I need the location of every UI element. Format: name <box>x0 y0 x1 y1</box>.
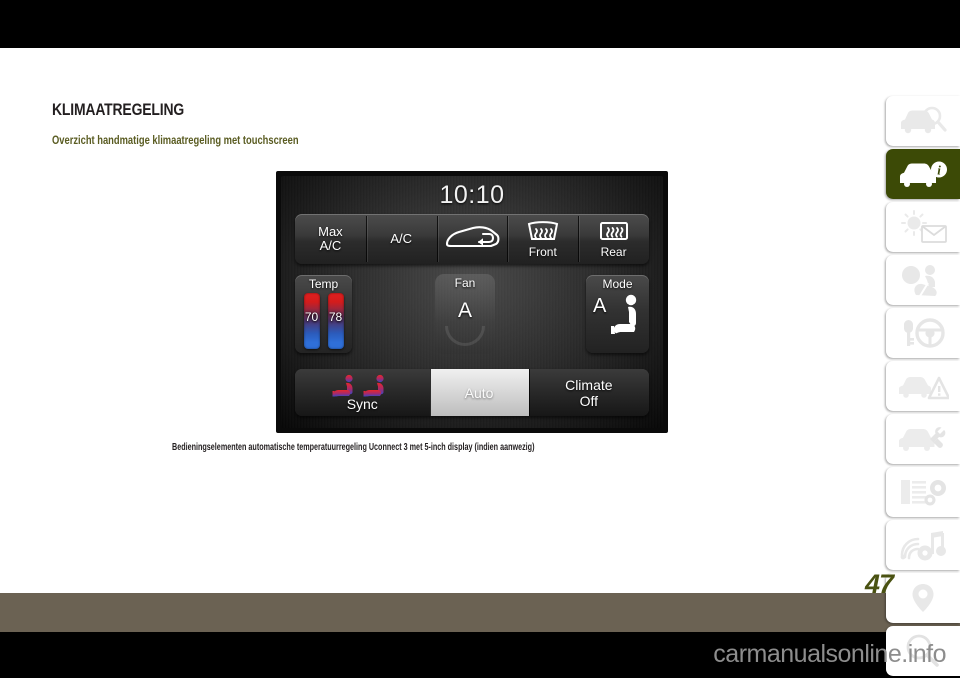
section-subtitle: Overzicht handmatige klimaatregeling met… <box>52 133 299 147</box>
passenger-temp-value: 78 <box>328 309 343 324</box>
wifi-music-icon <box>898 529 948 561</box>
sun-envelope-icon <box>897 210 949 244</box>
tab-vehicle-overview[interactable] <box>886 96 960 146</box>
passenger-temp-slider[interactable]: 78 <box>327 293 344 349</box>
rear-defrost-icon <box>597 220 631 245</box>
chapter-tabs-sidebar: i <box>886 96 960 678</box>
max-ac-button[interactable]: Max A/C <box>295 214 366 264</box>
max-ac-label-line2: A/C <box>319 238 342 253</box>
list-gears-icon <box>897 476 949 508</box>
sync-label: Sync <box>346 395 378 412</box>
climate-touchscreen-figure: 10:10 Max A/C A/C Front Rear Temp 70 78 … <box>276 171 668 433</box>
fan-control[interactable]: Fan A <box>435 274 495 354</box>
tab-safety-belts[interactable] <box>886 255 960 305</box>
fan-label: Fan <box>454 276 476 290</box>
max-ac-label-line1: Max <box>318 224 343 239</box>
tab-comfort-mail[interactable] <box>886 202 960 252</box>
manual-page: KLIMAATREGELING Overzicht handmatige kli… <box>0 0 960 678</box>
front-defrost-label: Front <box>528 244 557 259</box>
tab-navigation[interactable] <box>886 573 960 623</box>
map-pin-icon <box>906 581 940 615</box>
car-magnifier-icon <box>897 105 949 137</box>
recirculation-button[interactable] <box>436 214 508 264</box>
figure-caption: Bedieningselementen automatische tempera… <box>172 442 535 453</box>
auto-button[interactable]: Auto <box>429 369 529 416</box>
person-seatbelt-icon <box>898 263 948 297</box>
top-black-band <box>0 0 960 48</box>
mode-value: A <box>593 295 607 317</box>
seated-person-icon <box>610 293 646 342</box>
steering-wheel-key-icon <box>898 317 948 349</box>
page-title: KLIMAATREGELING <box>52 100 185 119</box>
car-warning-triangle-icon <box>897 370 949 402</box>
tab-maintenance[interactable] <box>886 414 960 464</box>
clock-display: 10:10 <box>439 181 505 209</box>
ac-label: A/C <box>390 231 413 246</box>
tab-emergency[interactable] <box>886 361 960 411</box>
ac-button[interactable]: A/C <box>365 214 437 264</box>
driver-temp-slider[interactable]: 70 <box>303 293 320 349</box>
fan-value: A <box>457 299 472 322</box>
front-defrost-button[interactable]: Front <box>507 214 578 264</box>
tab-multimedia[interactable] <box>886 520 960 570</box>
car-info-icon: i <box>897 158 949 190</box>
touchscreen-display: 10:10 Max A/C A/C Front Rear Temp 70 78 … <box>281 176 663 428</box>
rear-defrost-button[interactable]: Rear <box>578 214 649 264</box>
tab-specifications[interactable] <box>886 467 960 517</box>
climate-off-button[interactable]: Climate Off <box>528 369 649 416</box>
sync-button[interactable]: Sync <box>295 369 430 416</box>
front-defrost-icon <box>524 220 562 245</box>
page-number: 47 <box>865 569 894 599</box>
temperature-control[interactable]: Temp 70 78 <box>295 275 352 353</box>
climate-label-line2: Off <box>579 392 599 409</box>
mode-label: Mode <box>602 277 633 291</box>
site-watermark: carmanualsonline.info <box>713 640 946 668</box>
top-button-bar: Max A/C A/C Front Rear <box>295 214 649 264</box>
tab-vehicle-info[interactable]: i <box>886 149 960 199</box>
climate-label-line1: Climate <box>565 376 613 393</box>
recirculation-icon <box>443 223 501 256</box>
driver-temp-value: 70 <box>304 309 319 324</box>
temp-label: Temp <box>308 277 339 291</box>
sync-seats-icon <box>332 374 393 398</box>
car-wrench-icon <box>897 423 949 455</box>
tab-driving[interactable] <box>886 308 960 358</box>
auto-label: Auto <box>464 384 494 401</box>
rear-defrost-label: Rear <box>600 244 627 259</box>
fan-arc-decoration <box>445 326 485 346</box>
bottom-button-bar: Sync Auto Climate Off <box>295 369 649 416</box>
mode-control[interactable]: Mode A <box>586 275 649 353</box>
beige-footer-band <box>0 593 960 632</box>
svg-text:i: i <box>937 163 941 178</box>
